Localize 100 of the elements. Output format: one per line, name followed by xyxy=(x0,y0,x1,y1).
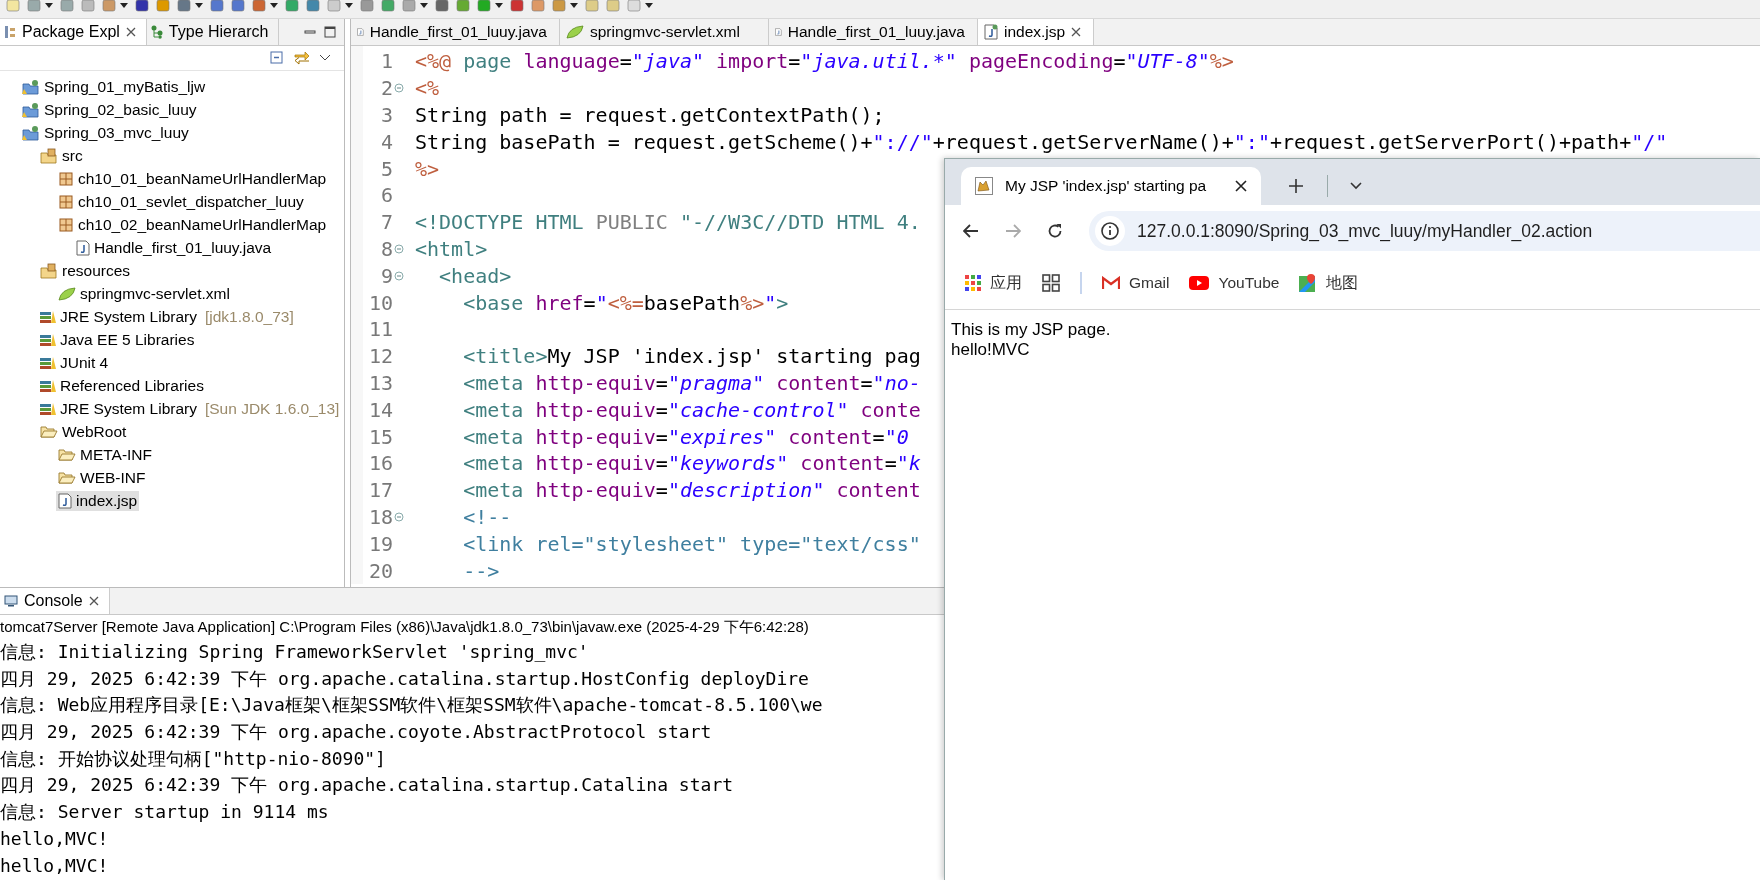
collapse-all-icon[interactable] xyxy=(270,51,284,65)
code-line: %> xyxy=(406,156,440,181)
fold-icon[interactable] xyxy=(394,83,404,94)
fold-icon[interactable] xyxy=(394,270,404,281)
tree-item[interactable]: Spring_01_myBatis_ljw xyxy=(20,76,208,97)
tree-item[interactable]: ch10_02_beanNameUrlHandlerMap xyxy=(56,214,329,235)
library-books-icon xyxy=(40,355,56,370)
line-number: 2 xyxy=(379,76,393,101)
tree-item[interactable]: Handle_first_01_luuy.java xyxy=(74,237,274,258)
console-tab[interactable]: Console xyxy=(0,588,110,614)
caret-icon[interactable] xyxy=(345,3,353,8)
editor-tab[interactable]: index.jsp xyxy=(978,19,1095,45)
line-number: 17 xyxy=(367,478,393,503)
console-line: 四月 29, 2025 6:42:39 下午 org.apache.coyote.AbstractProtocol start xyxy=(0,720,713,745)
tree-item[interactable]: src xyxy=(38,145,85,166)
code-line: <%@ page language="java" import="java.util.*" pageEncoding="UTF-8"%> xyxy=(406,49,1234,74)
fold-icon[interactable] xyxy=(394,243,404,254)
tree-item[interactable]: springmvc-servlet.xml xyxy=(56,283,232,304)
console-line: 信息: Web应用程序目录[E:\Java框架\框架SSM软件\框架SSM软件\apache-tomcat-8.5.100\we xyxy=(0,693,824,718)
maximize-icon[interactable] xyxy=(324,26,336,38)
caret-icon[interactable] xyxy=(120,3,128,8)
console-line: 信息: Initializing Spring FrameworkServlet 'spring_mvc' xyxy=(0,640,590,665)
tree-item[interactable]: Java EE 5 Libraries xyxy=(38,329,197,350)
tree-item[interactable]: Referenced Libraries xyxy=(38,375,206,396)
tree-item[interactable]: JUnit 4 xyxy=(38,352,111,373)
line-number: 10 xyxy=(367,290,393,315)
tree-item[interactable]: META-INF xyxy=(56,444,155,465)
view-tab[interactable]: Package Expl xyxy=(0,19,147,45)
close-icon[interactable] xyxy=(1235,180,1247,192)
caret-icon[interactable] xyxy=(45,3,53,8)
code-line: <% xyxy=(406,76,440,101)
bookmark[interactable]: YouTube xyxy=(1189,274,1280,292)
new-tab-icon[interactable] xyxy=(1289,179,1303,193)
tree-item[interactable]: JRE System Library [Sun JDK 1.6.0_13] xyxy=(38,398,342,419)
line-number: 1 xyxy=(379,49,393,74)
code-line: <base href="<%=basePath%>"> xyxy=(406,290,789,315)
console-line: 信息: 开始协议处理句柄["http-nio-8090"] xyxy=(0,746,387,771)
info-icon[interactable] xyxy=(1095,216,1125,246)
close-icon[interactable] xyxy=(125,27,136,37)
leaf-icon xyxy=(58,286,76,301)
tree-item[interactable]: WEB-INF xyxy=(56,467,148,488)
editor-tab[interactable]: springmvc-servlet.xml xyxy=(560,19,769,45)
close-icon[interactable] xyxy=(88,596,99,606)
project-folder-icon xyxy=(22,124,40,141)
library-books-icon xyxy=(40,309,56,324)
tree-item[interactable]: ch10_01_beanNameUrlHandlerMap xyxy=(56,168,329,189)
line-number: 18 xyxy=(367,504,393,529)
monitor-icon xyxy=(4,595,18,607)
bookmark[interactable]: 地图 xyxy=(1299,272,1359,294)
tree-item[interactable]: ch10_01_sevlet_dispatcher_luuy xyxy=(56,191,306,212)
map-pin-icon xyxy=(1299,274,1318,292)
java-file-icon xyxy=(76,239,90,256)
package-folder-icon xyxy=(40,262,58,279)
browser-tab[interactable]: My JSP 'index.jsp' starting pa xyxy=(961,167,1261,205)
bookmark[interactable] xyxy=(1042,274,1060,292)
tree-item[interactable]: resources xyxy=(38,260,133,281)
line-number: 6 xyxy=(379,183,393,208)
console-line: hello,MVC! xyxy=(0,853,110,878)
tree-item[interactable]: Spring_03_mvc_luuy xyxy=(20,122,191,143)
caret-icon[interactable] xyxy=(570,3,578,8)
reload-icon[interactable] xyxy=(1047,223,1063,239)
code-line: <meta http-equiv="description" content xyxy=(406,478,921,503)
project-folder-icon xyxy=(22,78,40,95)
code-line: <html> xyxy=(406,236,488,261)
line-number: 9 xyxy=(379,263,393,288)
leaf-icon xyxy=(566,25,584,39)
fold-icon[interactable] xyxy=(394,511,404,522)
view-menu-icon[interactable] xyxy=(320,55,330,61)
line-number: 16 xyxy=(367,451,393,476)
tree-item[interactable]: JRE System Library [jdk1.8.0_73] xyxy=(38,306,296,327)
tree-item[interactable]: Spring_02_basic_luuy xyxy=(20,99,199,120)
page-text: This is my JSP page. xyxy=(951,320,1112,340)
code-line: <!-- xyxy=(406,504,512,529)
view-tab[interactable]: Type Hierarch xyxy=(146,19,280,45)
bookmark[interactable]: Gmail xyxy=(1102,274,1170,292)
caret-icon[interactable] xyxy=(195,3,203,8)
line-number: 11 xyxy=(367,317,393,342)
caret-icon[interactable] xyxy=(420,3,428,8)
editor-tab[interactable]: Handle_first_01_luuy.java xyxy=(351,19,560,45)
line-number: 7 xyxy=(379,210,393,235)
address-bar[interactable]: 127.0.0.1:8090/Spring_03_mvc_luuy/myHandler_02.action xyxy=(1089,211,1760,251)
page-text: hello!MVC xyxy=(951,340,1031,360)
code-line: <link rel="stylesheet" type="text/css" xyxy=(406,531,921,556)
line-number: 20 xyxy=(367,558,393,583)
tree-item[interactable]: index.jsp xyxy=(56,490,140,511)
chevron-down-icon[interactable] xyxy=(1350,182,1362,190)
console-header: tomcat7Server [Remote Java Application] C:\Program Files (x86)\Java\jdk1.8.0_73\bin\javaw.exe (2025-4-29 下午6:42:28) xyxy=(0,616,810,637)
library-books-icon xyxy=(40,401,56,416)
close-icon[interactable] xyxy=(1071,27,1082,37)
link-arrows-icon[interactable] xyxy=(294,51,310,65)
caret-icon[interactable] xyxy=(270,3,278,8)
caret-icon[interactable] xyxy=(495,3,503,8)
line-number: 15 xyxy=(367,424,393,449)
tree-item[interactable]: WebRoot xyxy=(38,421,129,442)
caret-icon[interactable] xyxy=(645,3,653,8)
bookmark[interactable]: 应用 xyxy=(965,272,1022,294)
code-line: String basePath = request.getScheme()+"://"+request.getServerName()+":"+request.getServerPort()+path+"/" xyxy=(406,129,1668,154)
back-arrow-icon[interactable] xyxy=(963,224,979,238)
forward-arrow-icon[interactable] xyxy=(1005,224,1021,238)
code-line: <meta http-equiv="cache-control" conte xyxy=(406,397,921,422)
